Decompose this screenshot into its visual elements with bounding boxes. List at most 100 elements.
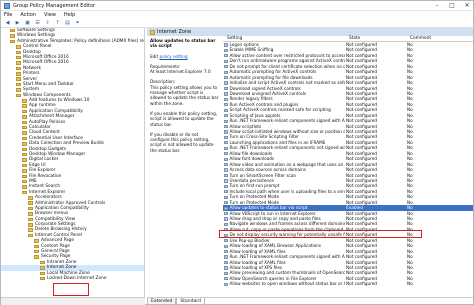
policy-setting-icon [224, 65, 228, 69]
setting-name: Turn on Protected Mode [229, 194, 280, 200]
back-icon[interactable]: ◀ [4, 20, 11, 27]
description-text-2: If you enable this policy setting, scrip… [150, 110, 218, 127]
policy-setting-icon [224, 250, 228, 254]
folder-icon [22, 120, 27, 125]
tree-horizontal-scrollbar[interactable] [1, 297, 145, 305]
minimize-button[interactable]: – [431, 1, 443, 11]
menu-help[interactable]: Help [64, 11, 75, 19]
menu-file[interactable]: File [4, 11, 12, 19]
policy-setting-icon [224, 266, 228, 270]
folder-icon [28, 233, 33, 238]
tree-item-label: Digital Locker [29, 157, 59, 163]
folder-icon [34, 239, 39, 243]
forward-icon[interactable]: ▶ [14, 20, 21, 27]
tree-item-label: Security Page [41, 254, 71, 260]
setting-name: Enable MIME Sniffing [229, 47, 274, 53]
setting-name: Script ActiveX controls marked safe for … [229, 107, 331, 113]
filter-icon[interactable]: ⏷ [74, 20, 81, 27]
tree-item-label: Accelerators [35, 195, 62, 201]
policy-tree: Software Settings Windows Settings Adminis… [1, 28, 145, 297]
policy-setting-icon [224, 184, 228, 188]
tree-item-label: File Explorer [29, 168, 56, 174]
setting-name: Allow scriptlets [229, 123, 262, 129]
folder-icon [16, 55, 21, 60]
setting-name: Allow font downloads [229, 156, 275, 162]
setting-name: Logon options [229, 42, 259, 47]
tab-extended[interactable]: Extended [147, 298, 177, 305]
help-icon[interactable]: ? [54, 20, 61, 27]
policy-setting-icon [224, 190, 228, 194]
folder-icon [28, 228, 33, 232]
export-icon[interactable]: ⇪ [44, 20, 51, 27]
setting-comment: No [407, 281, 413, 287]
tree-highlight [53, 283, 89, 296]
folder-icon [16, 50, 21, 55]
menu-view[interactable]: View [44, 11, 56, 19]
setting-name: Automatic prompting for file downloads [229, 74, 313, 80]
folder-icon [22, 152, 27, 157]
menu-action[interactable]: Action [20, 11, 36, 19]
folder-icon [28, 212, 33, 216]
policy-setting-icon [224, 81, 228, 85]
setting-name: Download unsigned ActiveX controls [229, 90, 307, 96]
folder-icon [28, 223, 33, 227]
policy-setting-icon [224, 239, 228, 243]
setting-title: Allow updates to status bar via script [150, 38, 216, 49]
folder-icon [22, 99, 27, 103]
tree-item-label: Internet Explorer [29, 189, 66, 195]
setting-name: Turn on Protected Mode [229, 199, 280, 205]
folder-icon [10, 34, 15, 38]
policy-setting-icon [224, 260, 228, 265]
close-button[interactable]: ✕ [461, 1, 473, 11]
setting-name: Allow video and animation on a webpage t… [229, 161, 346, 167]
folder-icon[interactable]: ▣ [24, 20, 31, 27]
folder-icon [22, 109, 27, 114]
folder-icon [34, 244, 39, 249]
setting-name: Run .NET Framework-reliant components si… [229, 118, 346, 124]
folder-icon [28, 206, 33, 211]
column-setting[interactable]: Setting [223, 36, 345, 41]
tree-item-label: Attachment Manager [29, 114, 75, 120]
maximize-button[interactable]: □ [446, 1, 458, 11]
policy-setting-icon [224, 206, 228, 210]
policy-setting-icon [224, 211, 228, 216]
tree-item[interactable]: Locked-Down Internet Zone [1, 276, 144, 281]
tab-standard[interactable]: Standard [176, 298, 205, 305]
column-comment[interactable]: Comment [406, 36, 446, 41]
setting-name: Turn on first-run prompt [229, 183, 280, 189]
list-icon[interactable]: ☰ [34, 20, 41, 27]
setting-row[interactable]: Allow websites to open windows without s… [223, 281, 473, 286]
folder-icon [22, 136, 27, 141]
policy-setting-icon [224, 195, 228, 199]
tree-item-label: Locked-Down Internet Zone [47, 275, 107, 281]
policy-setting-icon [224, 157, 228, 161]
policy-setting-icon [224, 146, 228, 150]
folder-icon [22, 131, 27, 135]
setting-name: Allow loading of XPS files [229, 264, 283, 270]
policy-setting-icon [224, 43, 228, 47]
policy-setting-icon [224, 130, 228, 134]
properties-icon[interactable]: ▤ [64, 20, 71, 27]
policy-setting-icon [224, 48, 228, 53]
folder-icon [28, 201, 33, 205]
setting-name: Allow websites to open windows without s… [229, 281, 346, 287]
setting-name: Allow loading of XAML Browser Applicatio… [229, 243, 322, 249]
folder-icon [16, 93, 21, 98]
setting-name: Run .NET Framework-reliant components si… [229, 254, 346, 260]
policy-setting-icon [224, 119, 228, 123]
policy-setting-icon [224, 92, 228, 96]
folder-icon [22, 158, 27, 162]
policy-setting-icon [224, 201, 228, 205]
tree-item-label: Local Machine Zone [47, 270, 90, 276]
setting-name: Allow previewing and custom thumbnails o… [229, 270, 346, 276]
menu-bar: File Action View Help [1, 11, 474, 19]
column-state[interactable]: State [345, 36, 406, 41]
policy-setting-icon [224, 277, 228, 281]
setting-name: Include local path when user is uploadin… [229, 188, 346, 194]
setting-name: Do not prompt for client certificate sel… [229, 63, 346, 69]
edit-policy-link[interactable]: policy setting [159, 54, 187, 59]
setting-highlight [219, 230, 422, 238]
zone-header: Internet Zone [147, 28, 473, 36]
setting-name: Allow updates to status bar via script [229, 205, 308, 211]
policy-setting-icon [224, 54, 228, 58]
